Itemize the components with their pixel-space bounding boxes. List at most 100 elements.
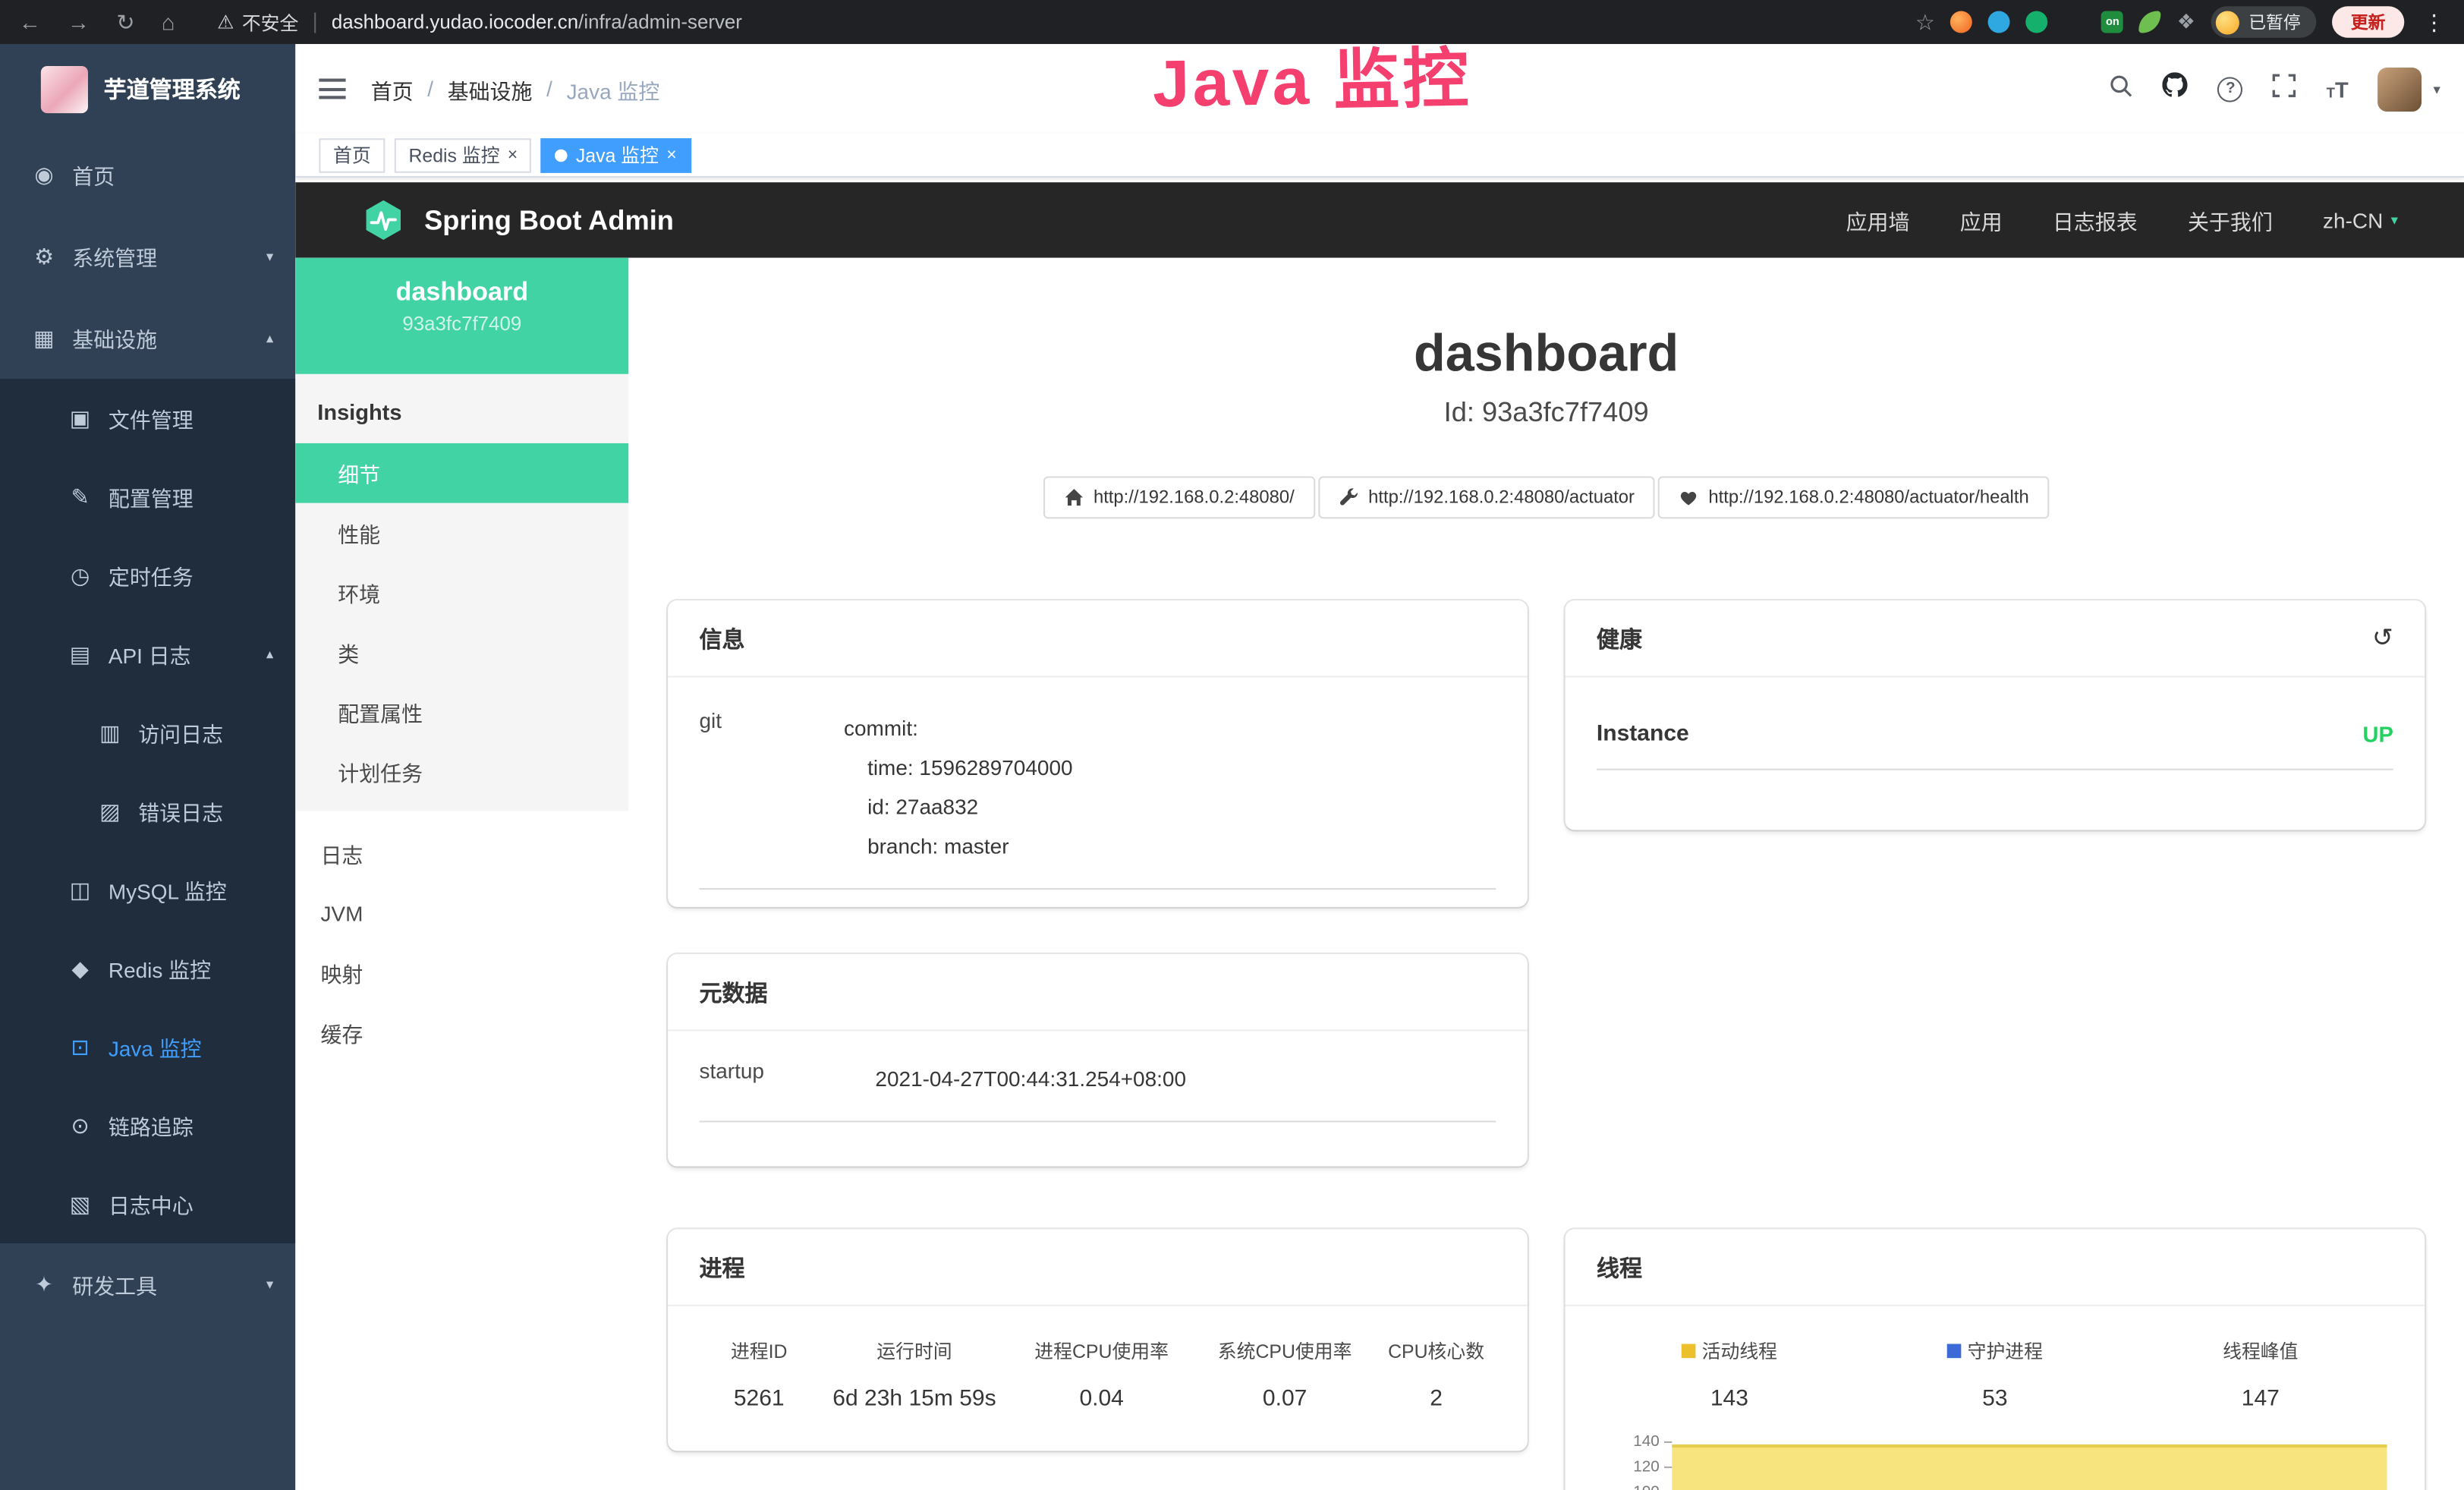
font-size-icon[interactable]: TT	[2327, 76, 2349, 101]
dashboard-icon: ◉	[31, 161, 56, 187]
app-logo-row[interactable]: 芋道管理系统	[0, 44, 295, 134]
sba-item-logs[interactable]: 日志	[295, 824, 628, 884]
breadcrumb-separator: /	[546, 77, 552, 100]
sba-item-config-props[interactable]: 配置属性	[295, 682, 628, 742]
history-icon[interactable]: ↺	[2372, 622, 2393, 654]
sidebar-item-system[interactable]: ⚙ 系统管理 ▾	[0, 216, 295, 298]
sidebar-item-access-log[interactable]: ▥ 访问日志	[0, 693, 295, 772]
sidebar-item-api-log[interactable]: ▤ API 日志 ▴	[0, 615, 295, 694]
actuator-url-button[interactable]: http://192.168.0.2:48080/actuator	[1318, 476, 1655, 518]
chevron-down-icon: ▾	[266, 1275, 273, 1293]
main-column: 首页 / 基础设施 / Java 监控 ? TT ▾	[295, 44, 2464, 1490]
process-table-headers: 进程ID 运行时间 进程CPU使用率 系统CPU使用率 CPU核心数	[700, 1337, 1496, 1364]
sidebar-item-config-manage[interactable]: ✎ 配置管理	[0, 458, 295, 537]
card-title-text: 元数据	[700, 975, 768, 1008]
sba-item-details[interactable]: 细节	[295, 443, 628, 503]
infrastructure-icon: ▦	[31, 325, 56, 351]
git-key: git	[700, 709, 845, 866]
close-icon[interactable]: ×	[666, 146, 676, 165]
extension-green-icon[interactable]	[2026, 11, 2048, 33]
sidebar-item-error-log[interactable]: ▨ 错误日志	[0, 772, 295, 851]
daemon-threads-value: 53	[1862, 1386, 2128, 1411]
sba-item-metrics[interactable]: 性能	[295, 503, 628, 563]
sidebar-item-infrastructure[interactable]: ▦ 基础设施 ▴	[0, 297, 295, 379]
extension-orange-icon[interactable]	[1951, 11, 1973, 33]
reload-icon[interactable]: ↻	[116, 8, 134, 35]
sidebar-item-dev-tools[interactable]: ✦ 研发工具 ▾	[0, 1243, 295, 1325]
wrench-icon	[1339, 487, 1359, 508]
git-time-line: time: 1596289704000	[844, 748, 1496, 788]
column-header: 系统CPU使用率	[1193, 1337, 1376, 1364]
sba-item-mappings[interactable]: 映射	[295, 943, 628, 1003]
instance-url-button[interactable]: http://192.168.0.2:48080/	[1043, 476, 1315, 518]
tab-java-monitor[interactable]: Java 监控 ×	[541, 137, 691, 172]
sba-item-caches[interactable]: 缓存	[295, 1003, 628, 1063]
git-branch-line: branch: master	[844, 827, 1496, 866]
home-icon	[1064, 487, 1084, 508]
sba-nav-applications[interactable]: 应用	[1960, 204, 2003, 235]
search-icon[interactable]	[2110, 73, 2133, 104]
app-shell: 芋道管理系统 ◉ 首页 ⚙ 系统管理 ▾ ▦ 基础设施 ▴ ▣ 文件管理	[0, 44, 2464, 1490]
breadcrumb-item[interactable]: 首页	[371, 73, 414, 104]
github-icon[interactable]	[2163, 72, 2188, 105]
extension-on-badge-icon[interactable]: on	[2101, 11, 2123, 33]
instance-id: 93a3fc7f7409	[295, 313, 628, 335]
back-icon[interactable]: ←	[19, 9, 41, 34]
health-url-label: http://192.168.0.2:48080/actuator/health	[1708, 488, 2028, 507]
sidebar-item-trace[interactable]: ⊙ 链路追踪	[0, 1086, 295, 1165]
chevron-down-icon: ▾	[2391, 212, 2398, 229]
tab-redis-monitor[interactable]: Redis 监控 ×	[395, 137, 532, 172]
forward-icon[interactable]: →	[68, 9, 90, 34]
address-divider	[314, 12, 316, 33]
browser-home-icon[interactable]: ⌂	[162, 9, 175, 34]
log-center-icon: ▧	[68, 1191, 93, 1218]
sba-nav-journal[interactable]: 日志报表	[2053, 204, 2138, 235]
active-threads-area	[1672, 1444, 2387, 1490]
health-url-button[interactable]: http://192.168.0.2:48080/actuator/health	[1658, 476, 2050, 518]
sidebar-item-home[interactable]: ◉ 首页	[0, 134, 295, 216]
extension-grid-icon[interactable]	[2064, 11, 2086, 33]
screen: ← → ↻ ⌂ ⚠ 不安全 dashboard.yudao.iocoder.cn…	[0, 0, 2464, 1490]
sba-nav-about[interactable]: 关于我们	[2188, 204, 2273, 235]
breadcrumb-item[interactable]: 基础设施	[448, 73, 533, 104]
close-icon[interactable]: ×	[508, 146, 518, 165]
legend-label: 活动线程	[1702, 1337, 1777, 1364]
user-avatar[interactable]	[2378, 67, 2422, 111]
health-card-header: 健康 ↺	[1566, 600, 2425, 677]
help-icon[interactable]: ?	[2218, 76, 2243, 101]
profile-chip[interactable]: 已暂停	[2211, 6, 2317, 37]
sidebar-item-redis-monitor[interactable]: ◆ Redis 监控	[0, 929, 295, 1008]
bookmark-star-icon[interactable]: ☆	[1915, 8, 1935, 35]
extension-leaf-icon[interactable]	[2139, 11, 2161, 33]
instance-links: http://192.168.0.2:48080/ http://192.168…	[628, 476, 2464, 518]
sba-item-scheduled-tasks[interactable]: 计划任务	[295, 742, 628, 802]
chevron-down-icon: ▾	[266, 247, 273, 265]
sidebar-submenu: ▣ 文件管理 ✎ 配置管理 ◷ 定时任务 ▤ API 日志 ▴ ▥	[0, 379, 295, 1243]
address-bar[interactable]: ⚠ 不安全 dashboard.yudao.iocoder.cn/infra/a…	[217, 8, 742, 35]
extension-drop-icon[interactable]	[1988, 11, 2010, 33]
menu-kebab-icon[interactable]: ⋮	[2423, 8, 2445, 35]
hamburger-icon[interactable]	[319, 79, 345, 99]
error-log-icon: ▨	[97, 798, 122, 824]
fullscreen-icon[interactable]	[2273, 73, 2296, 104]
spring-boot-admin-frame: Spring Boot Admin 应用墙 应用 日志报表 关于我们 zh-CN…	[295, 178, 2464, 1490]
sidebar-item-scheduled-tasks[interactable]: ◷ 定时任务	[0, 536, 295, 615]
sba-locale-select[interactable]: zh-CN▾	[2323, 208, 2398, 232]
tab-home[interactable]: 首页	[319, 137, 385, 172]
sidebar-item-file-manage[interactable]: ▣ 文件管理	[0, 379, 295, 458]
sidebar-item-log-center[interactable]: ▧ 日志中心	[0, 1164, 295, 1243]
sidebar-item-label: 配置管理	[109, 481, 194, 512]
sidebar-item-label: 定时任务	[109, 559, 194, 591]
update-button[interactable]: 更新	[2332, 6, 2404, 37]
y-tick-label: 100	[1633, 1484, 1660, 1490]
sba-item-jvm[interactable]: JVM	[295, 884, 628, 943]
extensions-puzzle-icon[interactable]: ❖	[2177, 9, 2195, 34]
sba-nav-wallboard[interactable]: 应用墙	[1846, 204, 1910, 235]
sba-brand-title: Spring Boot Admin	[424, 203, 674, 236]
sba-item-environment[interactable]: 环境	[295, 562, 628, 622]
sidebar-item-mysql-monitor[interactable]: ◫ MySQL 监控	[0, 850, 295, 929]
sidebar-item-label: 文件管理	[109, 402, 194, 433]
sidebar-item-java-monitor[interactable]: ⊡ Java 监控	[0, 1007, 295, 1086]
tags-view-bar: 首页 Redis 监控 × Java 监控 ×	[295, 134, 2464, 178]
sba-item-classes[interactable]: 类	[295, 622, 628, 682]
